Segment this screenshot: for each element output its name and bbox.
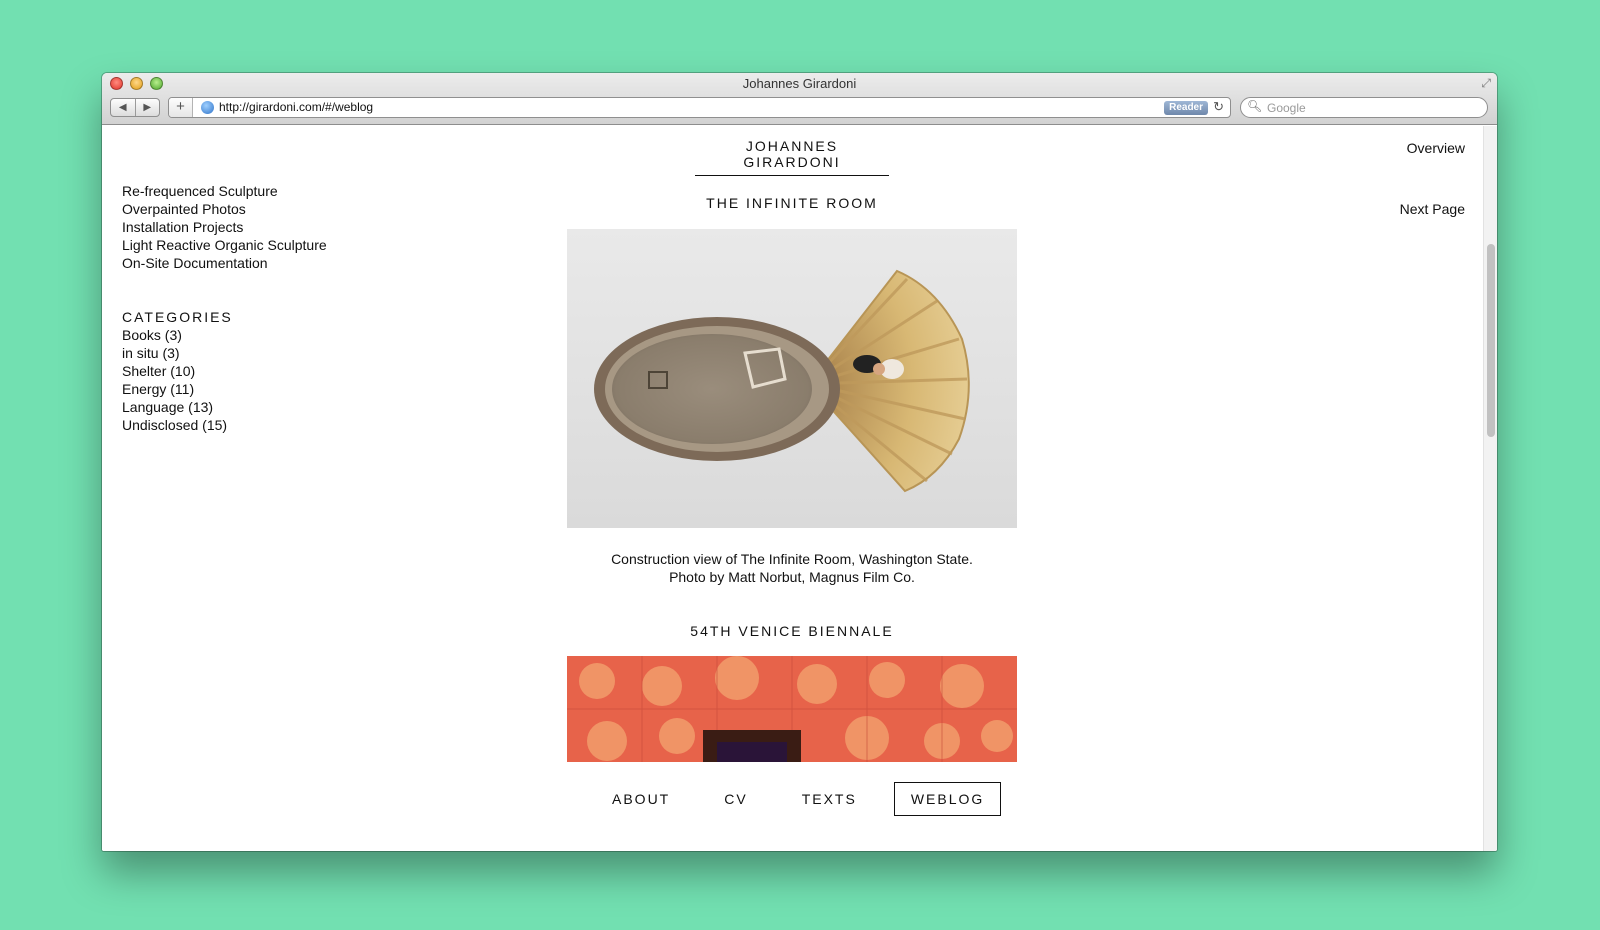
caption-line-2: Photo by Matt Norbut, Magnus Film Co. [669, 569, 915, 585]
overview-link[interactable]: Overview [1407, 140, 1465, 156]
category-shelter[interactable]: Shelter (10) [122, 362, 327, 380]
sidebar: Re-frequenced Sculpture Overpainted Phot… [122, 182, 327, 434]
infinite-room-photo [594, 269, 970, 493]
plus-icon[interactable]: + [169, 98, 193, 117]
browser-window: Johannes Girardoni ⤢ ◀ ▶ + http://girard… [102, 73, 1497, 851]
search-icon: 🔍︎ [1247, 99, 1263, 113]
category-in-situ[interactable]: in situ (3) [122, 344, 327, 362]
back-icon[interactable]: ◀ [111, 99, 136, 116]
fullscreen-icon[interactable]: ⤢ [1481, 76, 1491, 91]
post-caption: Construction view of The Infinite Room, … [542, 550, 1042, 586]
nav-cv[interactable]: CV [707, 782, 764, 816]
post-title[interactable]: THE INFINITE ROOM [567, 195, 1017, 211]
search-bar[interactable]: 🔍︎ [1240, 97, 1488, 118]
forward-icon[interactable]: ▶ [136, 99, 160, 116]
sidebar-item-overpainted-photos[interactable]: Overpainted Photos [122, 200, 327, 218]
caption-line-1: Construction view of The Infinite Room, … [611, 551, 973, 567]
page-content: JOHANNES GIRARDONI Overview Next Page Re… [102, 126, 1483, 851]
sidebar-item-refrequenced-sculpture[interactable]: Re-frequenced Sculpture [122, 182, 327, 200]
scrollbar-thumb[interactable] [1487, 244, 1495, 437]
reader-button[interactable]: Reader [1164, 101, 1208, 115]
sidebar-item-light-reactive[interactable]: Light Reactive Organic Sculpture [122, 236, 327, 254]
sidebar-item-installation-projects[interactable]: Installation Projects [122, 218, 327, 236]
venice-biennale-photo [567, 656, 1017, 762]
nav-weblog[interactable]: WEBLOG [893, 782, 1002, 816]
search-input[interactable] [1267, 99, 1477, 116]
category-energy[interactable]: Energy (11) [122, 380, 327, 398]
category-books[interactable]: Books (3) [122, 326, 327, 344]
reload-icon[interactable]: ↻ [1213, 99, 1224, 115]
categories-heading: CATEGORIES [122, 309, 233, 325]
nav-about[interactable]: ABOUT [595, 782, 687, 816]
bottom-nav: ABOUT CV TEXTS WEBLOG [595, 782, 1021, 816]
window-title: Johannes Girardoni [742, 76, 857, 91]
globe-icon [201, 101, 214, 114]
history-buttons: ◀ ▶ [110, 98, 160, 117]
categories-list: Books (3) in situ (3) Shelter (10) Energ… [122, 326, 327, 434]
category-undisclosed[interactable]: Undisclosed (15) [122, 416, 327, 434]
address-bar[interactable]: + http://girardoni.com/#/weblog Reader ↻ [168, 97, 1231, 118]
post-image-venice-biennale[interactable] [567, 656, 1017, 762]
post-image-infinite-room[interactable] [567, 229, 1017, 528]
vertical-scrollbar[interactable] [1483, 126, 1497, 851]
site-title[interactable]: JOHANNES GIRARDONI [695, 138, 889, 176]
post-title[interactable]: 54TH VENICE BIENNALE [567, 623, 1017, 639]
url-field[interactable]: http://girardoni.com/#/weblog [219, 100, 373, 114]
sidebar-item-onsite-documentation[interactable]: On-Site Documentation [122, 254, 327, 272]
category-language[interactable]: Language (13) [122, 398, 327, 416]
title-bar: Johannes Girardoni ⤢ ◀ ▶ + http://girard… [102, 73, 1497, 125]
nav-texts[interactable]: TEXTS [785, 782, 874, 816]
next-page-link[interactable]: Next Page [1400, 201, 1465, 217]
